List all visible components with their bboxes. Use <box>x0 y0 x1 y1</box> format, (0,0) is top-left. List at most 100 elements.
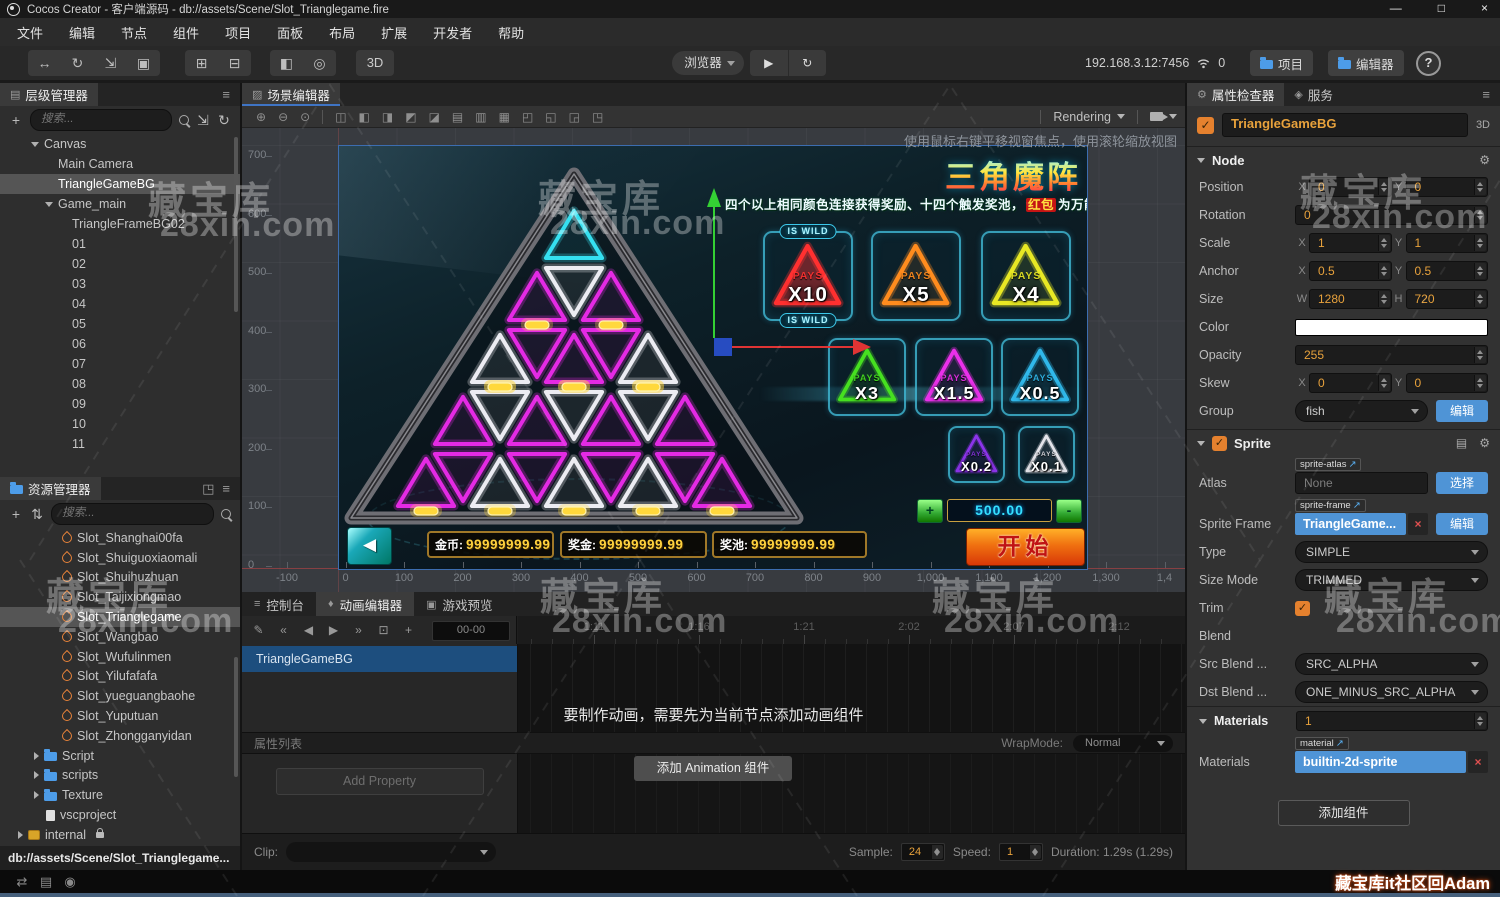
game-canvas[interactable]: PAYSX10IS WILDIS WILDPAYSX5PAYSX4PAYSX3P… <box>338 145 1088 570</box>
menu-item-7[interactable]: 布局 <box>316 23 368 42</box>
move-tool-icon[interactable]: ↔ <box>28 50 61 76</box>
expand-arrow[interactable] <box>34 752 39 760</box>
3d-toggle-button[interactable]: 3D <box>356 50 394 76</box>
asset-item-scripts[interactable]: scripts <box>0 766 240 786</box>
material-field[interactable]: builtin-2d-sprite <box>1295 751 1466 773</box>
scale-x-field[interactable]: 1 <box>1309 233 1392 253</box>
add-asset-button[interactable]: + <box>9 506 23 522</box>
tab-animation-editor[interactable]: ♦动画编辑器 <box>316 592 414 616</box>
hierarchy-node-trianglegamebg[interactable]: TriangleGameBG <box>0 174 240 194</box>
menu-item-4[interactable]: 组件 <box>160 23 212 42</box>
tab-hierarchy[interactable]: ▤层级管理器 <box>0 83 98 106</box>
docs-icon[interactable]: ▤ <box>1456 436 1467 450</box>
spinner[interactable] <box>1474 235 1486 251</box>
add-animation-component-button[interactable]: 添加 Animation 组件 <box>634 756 792 781</box>
anchor-grid-icon[interactable]: ⊞ <box>185 50 218 76</box>
sort-icon[interactable]: ⇅ <box>30 506 44 523</box>
close-button[interactable]: × <box>1481 1 1488 15</box>
align-icon-1[interactable]: ◫ <box>329 110 352 124</box>
spinner[interactable] <box>1378 235 1390 251</box>
collapse-arrow-icon[interactable] <box>1199 719 1207 724</box>
asset-item-slot-wangbao[interactable]: Slot_Wangbao <box>0 627 240 647</box>
rendering-dropdown[interactable]: Rendering <box>1053 110 1111 124</box>
tab-console[interactable]: ≡控制台 <box>242 592 316 616</box>
spinner[interactable] <box>1474 207 1486 223</box>
menu-item-6[interactable]: 面板 <box>264 23 316 42</box>
tab-scene-editor[interactable]: ▨场景编辑器 <box>242 83 340 106</box>
align-icon-4[interactable]: ◩ <box>399 110 422 124</box>
tab-assets[interactable]: 资源管理器 <box>0 477 101 500</box>
node-name-input[interactable]: TriangleGameBG <box>1222 113 1468 137</box>
tab-game-preview[interactable]: ▣游戏预览 <box>414 592 504 616</box>
refresh-button[interactable]: ↻ <box>789 50 827 76</box>
hierarchy-node-01[interactable]: 01 <box>0 234 240 254</box>
expand-arrow[interactable] <box>34 771 39 779</box>
hierarchy-node-07[interactable]: 07 <box>0 354 240 374</box>
anchor-x-field[interactable]: 0.5 <box>1309 261 1392 281</box>
back-button[interactable]: ◀ <box>347 527 392 565</box>
asset-item-slot-shuihuzhuan[interactable]: Slot_Shuihuzhuan <box>0 568 240 588</box>
current-time-display[interactable]: 00-00 <box>432 621 510 641</box>
spinner[interactable] <box>1378 179 1390 195</box>
spinner[interactable] <box>1474 179 1486 195</box>
open-project-button[interactable]: 项目 <box>1250 50 1313 76</box>
hierarchy-node-canvas[interactable]: Canvas <box>0 134 240 154</box>
sprite-frame-tag[interactable]: sprite-frame↗ <box>1295 499 1366 512</box>
materials-count-field[interactable]: 1 <box>1296 711 1488 731</box>
size-mode-dropdown[interactable]: TRIMMED <box>1295 569 1488 591</box>
align-icon-2[interactable]: ◧ <box>353 110 376 124</box>
node-active-checkbox[interactable]: ✓ <box>1197 117 1214 134</box>
start-spin-button[interactable]: 开始 <box>966 528 1085 566</box>
align-icon-9[interactable]: ◰ <box>516 110 539 124</box>
timeline-ruler[interactable]: 1:111:161:212:022:072:12 <box>518 616 1185 644</box>
prev-frame-icon[interactable]: ◀ <box>296 623 321 637</box>
size-h-field[interactable]: 720 <box>1406 289 1489 309</box>
spinner[interactable] <box>1474 347 1486 363</box>
asset-item-vscproject[interactable]: vscproject <box>0 805 240 825</box>
play-button[interactable]: ▶ <box>750 50 789 76</box>
align-icon-11[interactable]: ◲ <box>563 110 586 124</box>
camera-icon[interactable] <box>1150 112 1163 121</box>
wrap-mode-dropdown[interactable]: Normal <box>1073 735 1173 752</box>
expand-arrow[interactable] <box>31 142 39 147</box>
hierarchy-node-02[interactable]: 02 <box>0 254 240 274</box>
add-component-button[interactable]: 添加组件 <box>1278 800 1410 826</box>
spinner[interactable] <box>931 845 943 859</box>
anchor-center-icon[interactable]: ⊟ <box>218 50 251 76</box>
jump-begin-icon[interactable]: « <box>271 623 296 637</box>
hierarchy-node-09[interactable]: 09 <box>0 394 240 414</box>
spinner[interactable] <box>1474 263 1486 279</box>
scale-y-field[interactable]: 1 <box>1406 233 1489 253</box>
refresh-icon[interactable]: ↻ <box>217 112 231 129</box>
tab-services[interactable]: ◈服务 <box>1284 83 1342 106</box>
menu-item-9[interactable]: 开发者 <box>420 23 485 42</box>
hierarchy-node-game-main[interactable]: Game_main <box>0 194 240 214</box>
skew-x-field[interactable]: 0 <box>1309 373 1392 393</box>
sprite-enabled-checkbox[interactable]: ✓ <box>1212 436 1227 451</box>
sync-icon[interactable]: ⇄ <box>10 874 34 890</box>
bet-increase-button[interactable]: + <box>917 499 943 523</box>
assets-scrollbar[interactable] <box>234 657 238 777</box>
align-icon-8[interactable]: ▦ <box>493 110 516 124</box>
hierarchy-node-04[interactable]: 04 <box>0 294 240 314</box>
sprite-section-header[interactable]: ✓ Sprite ▤⚙ <box>1187 429 1500 456</box>
open-editor-button[interactable]: 编辑器 <box>1328 50 1404 76</box>
asset-item-slot-yilufafafa[interactable]: Slot_Yilufafafa <box>0 667 240 687</box>
align-icon-3[interactable]: ◨ <box>376 110 399 124</box>
align-icon-10[interactable]: ◱ <box>539 110 562 124</box>
zoom-in-icon[interactable]: ⊕ <box>250 110 272 124</box>
speed-input[interactable]: 1 <box>999 843 1043 861</box>
atlas-select-button[interactable]: 选择 <box>1436 472 1488 494</box>
hierarchy-node-06[interactable]: 06 <box>0 334 240 354</box>
collapse-arrow-icon[interactable] <box>1197 441 1205 446</box>
asset-item-slot-yueguangbaohe[interactable]: Slot_yueguangbaohe <box>0 686 240 706</box>
asset-item-internal[interactable]: internal <box>0 825 240 845</box>
popout-icon[interactable]: ◳ <box>202 481 214 497</box>
database-icon[interactable]: ▤ <box>34 874 58 890</box>
expand-arrow[interactable] <box>18 831 23 839</box>
asset-item-slot-taijixiongmao[interactable]: Slot_Taijixiongmao <box>0 587 240 607</box>
clear-material-button[interactable]: × <box>1468 751 1488 773</box>
position-y-field[interactable]: 0 <box>1406 177 1489 197</box>
sprite-frame-field[interactable]: TriangleGame... <box>1295 513 1406 535</box>
help-button[interactable]: ? <box>1416 51 1441 76</box>
